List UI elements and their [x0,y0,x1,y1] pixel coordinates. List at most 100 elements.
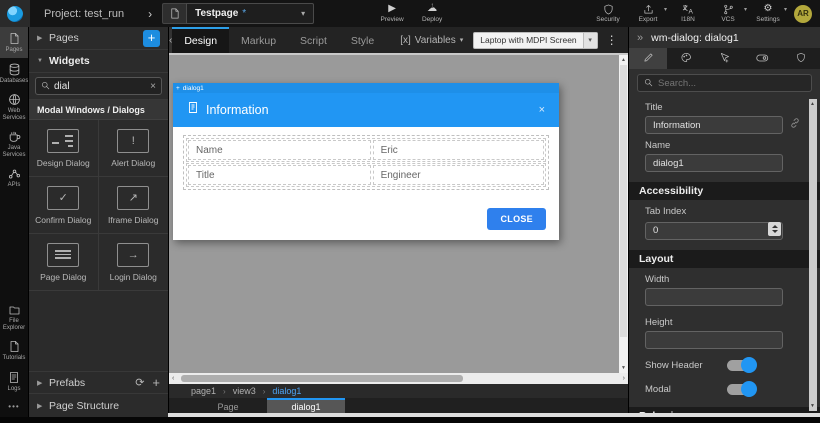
widget-confirm-dialog[interactable]: ✓ Confirm Dialog [29,177,99,234]
confirm-dialog-icon: ✓ [47,185,80,210]
scroll-down-icon[interactable]: ▼ [621,365,626,371]
prefabs-accordion-header[interactable]: ▶ Prefabs ⟳ + [29,371,168,394]
show-header-label: Show Header [645,359,703,371]
grid-cell-label[interactable]: Title [188,165,371,185]
widget-design-dialog[interactable]: Design Dialog [29,120,99,177]
tab-properties[interactable] [629,48,668,69]
widget-iframe-dialog[interactable]: ↗ Iframe Dialog [98,177,168,234]
rail-item-web-services[interactable]: Web Services [0,88,28,125]
rail-item-logs[interactable]: Logs [0,366,28,397]
dialog-header[interactable]: Information × [173,93,559,127]
rail-item-file-explorer[interactable]: File Explorer [0,299,28,335]
left-panel-bottom: ▶ Prefabs ⟳ + ▶ Page Structure [29,371,168,417]
grid-row[interactable]: Name Eric [186,138,546,162]
add-page-button[interactable]: + [143,29,160,47]
page-file-icon [162,3,187,24]
pages-accordion-header[interactable]: ▶ Pages + [29,27,168,50]
bottom-tab-page[interactable]: Page [189,398,267,413]
tab-events[interactable] [705,48,743,69]
tab-script[interactable]: Script [288,27,339,53]
login-dialog-icon: → [117,242,150,267]
breadcrumb-view3[interactable]: view3 [233,386,256,396]
clear-search-icon[interactable]: × [150,81,156,92]
width-field-input[interactable] [645,287,783,306]
device-selector[interactable]: Laptop with MDPI Screen ▾ [473,31,598,49]
design-canvas[interactable]: + dialog1 Information × Name Eric Title … [169,53,628,373]
widget-page-dialog[interactable]: Page Dialog [29,234,99,291]
scroll-right-icon[interactable]: › [623,375,625,382]
properties-form: Title Name Accessibility Tab Index Layou… [629,102,820,413]
tab-styles[interactable] [667,48,705,69]
app-logo[interactable] [0,0,30,27]
preview-button[interactable]: ▶ Preview [372,0,412,27]
add-prefab-icon[interactable]: + [152,375,160,390]
show-header-toggle[interactable] [727,357,757,373]
section-layout[interactable]: Layout [629,249,820,268]
number-stepper[interactable] [768,222,781,236]
canvas-horizontal-scrollbar[interactable]: ‹ › [169,373,628,384]
page-selector-dropdown[interactable]: Testpage * ▾ [186,3,315,24]
rail-item-databases[interactable]: Databases [0,58,28,89]
device-selector-value: Laptop with MDPI Screen [480,35,577,45]
widget-alert-dialog[interactable]: ! Alert Dialog [98,120,168,177]
tab-index-input[interactable] [645,221,783,240]
scroll-up-icon[interactable]: ▲ [810,101,815,107]
scrollbar-thumb[interactable] [620,65,627,337]
scroll-left-icon[interactable]: ‹ [172,375,174,382]
tab-style[interactable]: Style [339,27,386,53]
export-button[interactable]: ▾ Export [628,0,668,27]
rail-item-java-services[interactable]: Java Services [0,125,28,162]
grid-cell-value[interactable]: Eric [372,140,544,160]
scroll-up-icon[interactable]: ▲ [621,57,626,63]
dialog-selection-tag[interactable]: + dialog1 [173,83,559,93]
tab-design[interactable]: Design [172,27,230,53]
modal-toggle[interactable] [727,381,757,397]
dialog-widget[interactable]: + dialog1 Information × Name Eric Title … [173,83,559,240]
user-avatar[interactable]: AR [794,4,812,23]
security-button[interactable]: Security [588,0,628,27]
section-accessibility[interactable]: Accessibility [629,182,820,200]
grid-row[interactable]: Title Engineer [186,163,546,187]
refresh-icon[interactable]: ⟳ [135,376,144,389]
breadcrumb-dialog1[interactable]: dialog1 [272,386,301,396]
dialog-close-button[interactable]: CLOSE [487,208,546,230]
scrollbar-thumb[interactable] [181,375,463,382]
tab-security[interactable] [782,48,820,69]
name-field-input[interactable] [645,154,783,172]
property-search-input[interactable] [658,77,805,89]
i18n-button[interactable]: A I18N [668,0,708,27]
grid-cell-value[interactable]: Engineer [372,165,544,185]
collapse-right-panel-button[interactable]: » [637,32,643,44]
bottom-tab-dialog1[interactable]: dialog1 [267,398,345,413]
rail-overflow-button[interactable]: ••• [0,396,28,417]
settings-button[interactable]: ⚙ ▾ Settings [748,0,788,27]
title-field-input[interactable] [645,116,783,134]
deploy-button[interactable]: ☁ ↑ Deploy [412,0,452,27]
rail-item-pages[interactable]: Pages [0,27,28,58]
breadcrumb-page1[interactable]: page1 [191,386,216,396]
dialog-close-icon[interactable]: × [539,104,545,116]
iframe-dialog-icon: ↗ [117,185,150,210]
variables-button[interactable]: [x] Variables ▾ [400,35,463,46]
move-icon: + [176,84,180,92]
tab-display[interactable] [744,48,782,69]
center-area: ‹ Design Markup Script Style [x] Variabl… [168,27,697,413]
logs-icon [8,371,20,384]
widget-login-dialog[interactable]: → Login Dialog [98,234,168,291]
height-field-input[interactable] [645,330,783,349]
more-options-kebab-icon[interactable]: ⋮ [606,33,618,47]
scroll-down-icon[interactable]: ▼ [810,403,815,409]
bind-link-icon[interactable] [789,116,801,134]
vcs-button[interactable]: ▾ VCS [708,0,748,27]
rail-item-apis[interactable]: APIs [0,162,28,193]
rail-item-tutorials[interactable]: Tutorials [0,335,28,366]
grid-cell-label[interactable]: Name [188,140,371,160]
branch-icon [723,4,734,15]
properties-scrollbar[interactable]: ▲ ▼ [809,99,817,411]
layout-grid[interactable]: Name Eric Title Engineer [183,135,549,190]
tab-markup[interactable]: Markup [229,27,288,53]
widget-search-input[interactable] [54,80,147,92]
page-structure-accordion-header[interactable]: ▶ Page Structure [29,394,168,417]
widgets-accordion-header[interactable]: ▼ Widgets [29,50,168,73]
canvas-vertical-scrollbar[interactable]: ▲ ▼ [619,55,628,373]
